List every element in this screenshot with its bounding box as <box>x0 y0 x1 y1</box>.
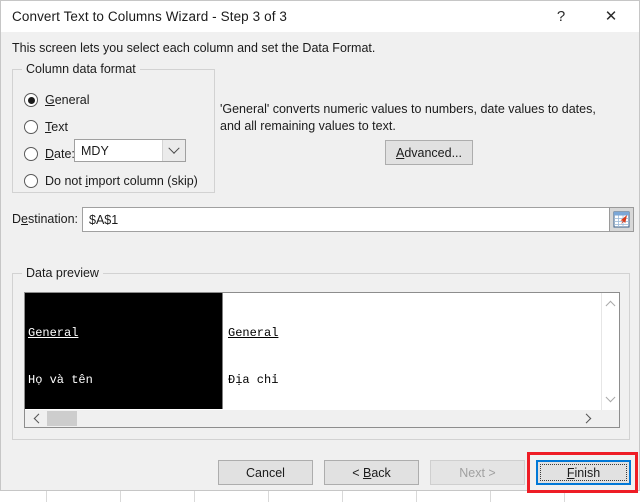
radio-date-label: Date: <box>45 147 75 161</box>
next-button: Next > <box>430 460 525 485</box>
label-rest: ate: <box>54 147 75 161</box>
chevron-down-icon[interactable] <box>162 140 185 161</box>
range-picker-button[interactable] <box>609 207 634 232</box>
cancel-button-label: Cancel <box>246 465 285 480</box>
label-pre: D <box>12 212 22 226</box>
preview-column-1[interactable]: General Địa chỉ Hà Nội Hải Phòng Bình Du… <box>224 293 599 409</box>
accelerator-key: e <box>21 212 28 226</box>
radio-date[interactable]: Date: <box>24 145 75 163</box>
label-rest: inish <box>574 465 601 480</box>
label-pre: < <box>352 465 363 480</box>
label-rest: ext <box>51 120 68 134</box>
preview-column-0-header: General <box>28 326 79 340</box>
advanced-button[interactable]: Advanced... <box>385 140 473 165</box>
radio-skip[interactable]: Do not import column (skip) <box>24 172 198 190</box>
date-format-value: MDY <box>81 143 109 158</box>
radio-text-label: Text <box>45 120 68 134</box>
finish-button[interactable]: Finish <box>536 460 631 485</box>
format-description: 'General' converts numeric values to num… <box>220 102 596 133</box>
preview-horizontal-scrollbar[interactable] <box>25 410 619 427</box>
preview-column-0[interactable]: General Họ và tên Nguyễn Thị Phuong Than… <box>25 293 223 409</box>
instruction-text: This screen lets you select each column … <box>12 41 376 55</box>
label-rest: dvanced... <box>404 145 463 160</box>
question-mark-icon: ? <box>556 7 566 25</box>
advanced-button-label: Advanced... <box>396 146 462 160</box>
preview-cell: Họ và tên <box>28 372 93 387</box>
cancel-button[interactable]: Cancel <box>218 460 313 485</box>
radio-general[interactable]: General <box>24 91 89 109</box>
radio-date-indicator <box>24 147 38 161</box>
preview-vertical-scrollbar[interactable] <box>601 293 619 410</box>
close-icon: ✕ <box>604 7 618 25</box>
radio-text[interactable]: Text <box>24 118 68 136</box>
column-data-format-group: Column data format General Text Date: Do… <box>12 62 215 193</box>
finish-button-wrap: Finish <box>536 460 631 485</box>
label-rest: ack <box>371 465 391 480</box>
finish-button-label: Finish <box>567 466 600 480</box>
data-preview-title: Data preview <box>22 266 103 280</box>
preview-cell: Địa chỉ <box>228 372 279 387</box>
data-preview-content[interactable]: General Họ và tên Nguyễn Thị Phuong Than… <box>25 293 601 409</box>
radio-general-indicator <box>24 93 38 107</box>
radio-general-label: General <box>45 93 89 107</box>
horizontal-scrollbar-thumb[interactable] <box>47 411 77 426</box>
destination-value: $A$1 <box>89 212 119 227</box>
date-format-dropdown[interactable]: MDY <box>74 139 186 162</box>
label-rest: mport column (skip) <box>88 174 198 188</box>
data-preview-group: Data preview General Họ và tên Nguyễn Th… <box>12 266 630 440</box>
back-button[interactable]: < Back <box>324 460 419 485</box>
destination-input[interactable]: $A$1 <box>82 207 610 232</box>
close-button[interactable]: ✕ <box>589 1 633 31</box>
next-button-label: Next > <box>459 466 495 480</box>
window-title: Convert Text to Columns Wizard - Step 3 … <box>12 9 288 24</box>
column-data-format-title: Column data format <box>22 62 140 76</box>
chevron-left-icon[interactable] <box>28 410 45 427</box>
accelerator-key: G <box>45 93 55 107</box>
text-to-columns-wizard-dialog: Convert Text to Columns Wizard - Step 3 … <box>0 0 640 491</box>
radio-skip-label: Do not import column (skip) <box>45 174 198 188</box>
help-button[interactable]: ? <box>539 1 583 31</box>
chevron-right-icon[interactable] <box>580 410 597 427</box>
label-rest: ext > <box>468 465 496 480</box>
radio-skip-indicator <box>24 174 38 188</box>
data-preview-frame: General Họ và tên Nguyễn Thị Phuong Than… <box>24 292 620 428</box>
preview-column-1-header: General <box>228 326 279 340</box>
label-pre: Do not <box>45 174 86 188</box>
chevron-up-icon[interactable] <box>602 295 619 312</box>
label-rest: stination: <box>27 212 79 226</box>
back-button-label: < Back <box>352 466 391 480</box>
title-bar: Convert Text to Columns Wizard - Step 3 … <box>1 1 639 32</box>
accelerator-key: D <box>45 147 55 161</box>
range-picker-icon <box>613 211 630 228</box>
accelerator-key: N <box>459 465 469 480</box>
destination-label: Destination: <box>12 212 78 226</box>
radio-text-indicator <box>24 120 38 134</box>
chevron-down-icon[interactable] <box>602 391 619 408</box>
label-rest: eneral <box>54 93 90 107</box>
